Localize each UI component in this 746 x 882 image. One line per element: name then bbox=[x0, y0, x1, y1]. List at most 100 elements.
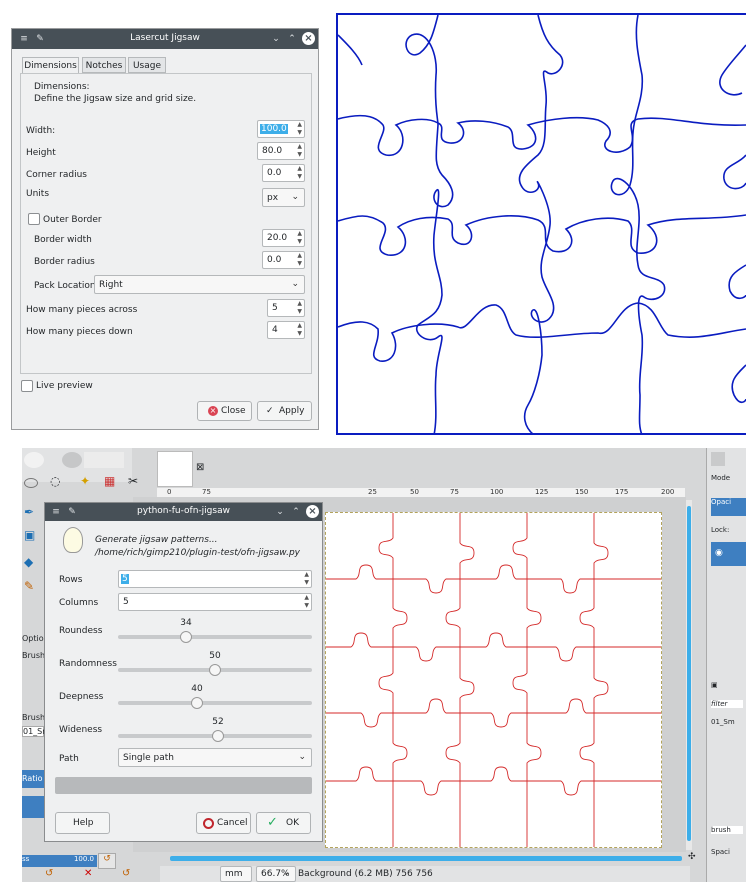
columns-value: 5 bbox=[123, 597, 129, 607]
image-thumbnail[interactable] bbox=[157, 451, 193, 487]
roundess-label: Roundess bbox=[59, 626, 103, 636]
scissors-select-icon[interactable]: ✂ bbox=[128, 474, 138, 488]
ok-button[interactable]: ✓ OK bbox=[256, 812, 311, 834]
color-select-icon[interactable]: ▦ bbox=[104, 474, 115, 488]
dialog-titlebar: ≡ ✎ Lasercut Jigsaw ⌄ ⌃ × bbox=[12, 29, 318, 49]
gimp-image-canvas[interactable] bbox=[325, 512, 662, 848]
zoom-select[interactable]: 66.7% ⌄ bbox=[256, 866, 296, 882]
corner-radius-spinbox[interactable]: 0.0 ▲ ▼ bbox=[262, 164, 305, 182]
help-button[interactable]: Help bbox=[55, 812, 110, 834]
roundess-slider-handle[interactable] bbox=[180, 631, 192, 643]
close-icon[interactable]: × bbox=[302, 32, 315, 45]
spin-arrows-icon[interactable]: ▲ ▼ bbox=[297, 143, 302, 159]
maximize-chevron-icon[interactable]: ⌃ bbox=[290, 506, 302, 518]
pieces-down-value: 4 bbox=[272, 325, 278, 335]
rows-spinbox[interactable]: 5 ▲ ▼ bbox=[118, 570, 312, 588]
navigate-icon[interactable]: ✣ bbox=[688, 852, 696, 862]
deepness-label: Deepness bbox=[59, 692, 104, 702]
close-image-icon[interactable]: ⊠ bbox=[196, 462, 204, 473]
outer-border-checkbox[interactable] bbox=[28, 213, 40, 225]
pack-location-select[interactable]: Right ⌄ bbox=[94, 275, 305, 294]
width-spinbox[interactable]: 100.0 ▲ ▼ bbox=[257, 120, 305, 138]
layers-tab-icon[interactable] bbox=[711, 452, 725, 466]
restore-icon[interactable]: ↺ bbox=[45, 868, 53, 879]
height-spinbox[interactable]: 80.0 ▲ ▼ bbox=[257, 142, 305, 160]
lock-label: Lock: bbox=[711, 526, 730, 534]
border-width-spinbox[interactable]: 20.0 ▲ ▼ bbox=[262, 229, 305, 247]
horizontal-scroll-thumb[interactable] bbox=[170, 856, 682, 861]
vertical-scrollbar[interactable] bbox=[686, 500, 692, 850]
border-radius-value: 0.0 bbox=[267, 255, 282, 265]
spin-arrows-icon[interactable]: ▲ ▼ bbox=[297, 322, 302, 338]
layer-row[interactable]: ◉ bbox=[711, 542, 746, 566]
spin-arrows-icon[interactable]: ▲ ▼ bbox=[297, 121, 302, 137]
minimize-chevron-icon[interactable]: ⌄ bbox=[274, 506, 286, 518]
apply-button-label: Apply bbox=[279, 406, 305, 416]
lasso-select-icon[interactable]: ◌ bbox=[50, 474, 60, 488]
spin-arrows-icon[interactable]: ▲ ▼ bbox=[304, 594, 309, 610]
pencil-tool-icon[interactable]: ✎ bbox=[24, 579, 34, 593]
paths-tool-icon[interactable]: ✒ bbox=[24, 505, 34, 519]
units-select[interactable]: px ⌄ bbox=[262, 188, 305, 207]
spin-arrows-icon[interactable]: ▲ ▼ bbox=[297, 300, 302, 316]
randomness-slider-handle[interactable] bbox=[209, 664, 221, 676]
wideness-slider-handle[interactable] bbox=[212, 730, 224, 742]
deepness-slider[interactable] bbox=[118, 701, 312, 705]
ruler-tick: 50 bbox=[410, 488, 419, 496]
pack-location-label: Pack Location bbox=[34, 281, 96, 291]
spacing-value: 100.0 bbox=[73, 855, 94, 863]
tab-usage[interactable]: Usage bbox=[128, 57, 166, 73]
ratio-button[interactable]: Ratio bbox=[22, 770, 44, 788]
border-width-label: Border width bbox=[34, 235, 92, 245]
cancel-button[interactable]: Cancel bbox=[196, 812, 251, 834]
dock-tab-icon[interactable]: ▣ bbox=[711, 681, 718, 689]
brush-filter-field[interactable]: filter bbox=[711, 700, 743, 708]
outer-border-label: Outer Border bbox=[43, 215, 102, 225]
brush-label: Brush bbox=[22, 651, 46, 660]
pieces-across-spinbox[interactable]: 5 ▲ ▼ bbox=[267, 299, 305, 317]
rows-label: Rows bbox=[59, 575, 83, 585]
close-button[interactable]: × Close bbox=[197, 401, 252, 421]
spin-arrows-icon[interactable]: ▲ ▼ bbox=[297, 230, 302, 246]
vertical-scroll-thumb[interactable] bbox=[687, 506, 691, 841]
spin-arrows-icon[interactable]: ▲ ▼ bbox=[304, 571, 309, 587]
close-icon[interactable]: × bbox=[306, 505, 319, 518]
ellipse-select-icon[interactable] bbox=[24, 478, 38, 488]
pieces-across-value: 5 bbox=[272, 303, 278, 313]
minimize-chevron-icon[interactable]: ⌄ bbox=[270, 33, 282, 45]
reset-icon[interactable]: ↺ bbox=[98, 853, 116, 869]
plugin-path: /home/rich/gimp210/plugin-test/ofn-jigsa… bbox=[95, 548, 300, 558]
status-text: Background (6.2 MB) 756 756 bbox=[298, 869, 433, 879]
bucket-tool-icon[interactable]: ◆ bbox=[24, 555, 33, 569]
units-label: Units bbox=[26, 189, 50, 199]
spin-arrows-icon[interactable]: ▲ ▼ bbox=[297, 252, 302, 268]
pattern-preview-icon bbox=[62, 452, 82, 468]
chevron-down-icon: ⌄ bbox=[282, 868, 290, 878]
lasercut-preview-canvas bbox=[336, 13, 746, 436]
unit-select[interactable]: mm bbox=[220, 866, 252, 882]
reset-defaults-icon[interactable]: ↺ bbox=[122, 868, 130, 879]
brush-name-field[interactable]: 01_Sm bbox=[22, 726, 50, 737]
brush-field[interactable]: brush bbox=[711, 826, 743, 834]
pieces-down-spinbox[interactable]: 4 ▲ ▼ bbox=[267, 321, 305, 339]
columns-spinbox[interactable]: 5 ▲ ▼ bbox=[118, 593, 312, 611]
aspect-button[interactable] bbox=[22, 796, 44, 818]
clone-tool-icon[interactable]: ▣ bbox=[24, 528, 35, 542]
maximize-chevron-icon[interactable]: ⌃ bbox=[286, 33, 298, 45]
ok-button-label: OK bbox=[286, 818, 299, 828]
border-radius-spinbox[interactable]: 0.0 ▲ ▼ bbox=[262, 251, 305, 269]
tab-notches[interactable]: Notches bbox=[82, 57, 126, 73]
fuzzy-select-icon[interactable]: ✦ bbox=[80, 474, 90, 488]
apply-button[interactable]: ✓ Apply bbox=[257, 401, 312, 421]
delete-icon[interactable]: ✕ bbox=[84, 868, 92, 879]
live-preview-checkbox[interactable] bbox=[21, 380, 33, 392]
height-value: 80.0 bbox=[262, 146, 283, 156]
path-select[interactable]: Single path ⌄ bbox=[118, 748, 312, 767]
visibility-eye-icon[interactable]: ◉ bbox=[715, 548, 723, 558]
spin-arrows-icon[interactable]: ▲ ▼ bbox=[297, 165, 302, 181]
opacity-slider[interactable]: Opaci bbox=[711, 498, 746, 516]
deepness-slider-handle[interactable] bbox=[191, 697, 203, 709]
spacing-slider[interactable]: ss 100.0 bbox=[22, 855, 97, 867]
tab-dimensions[interactable]: Dimensions bbox=[22, 57, 79, 74]
roundess-slider[interactable] bbox=[118, 635, 312, 639]
